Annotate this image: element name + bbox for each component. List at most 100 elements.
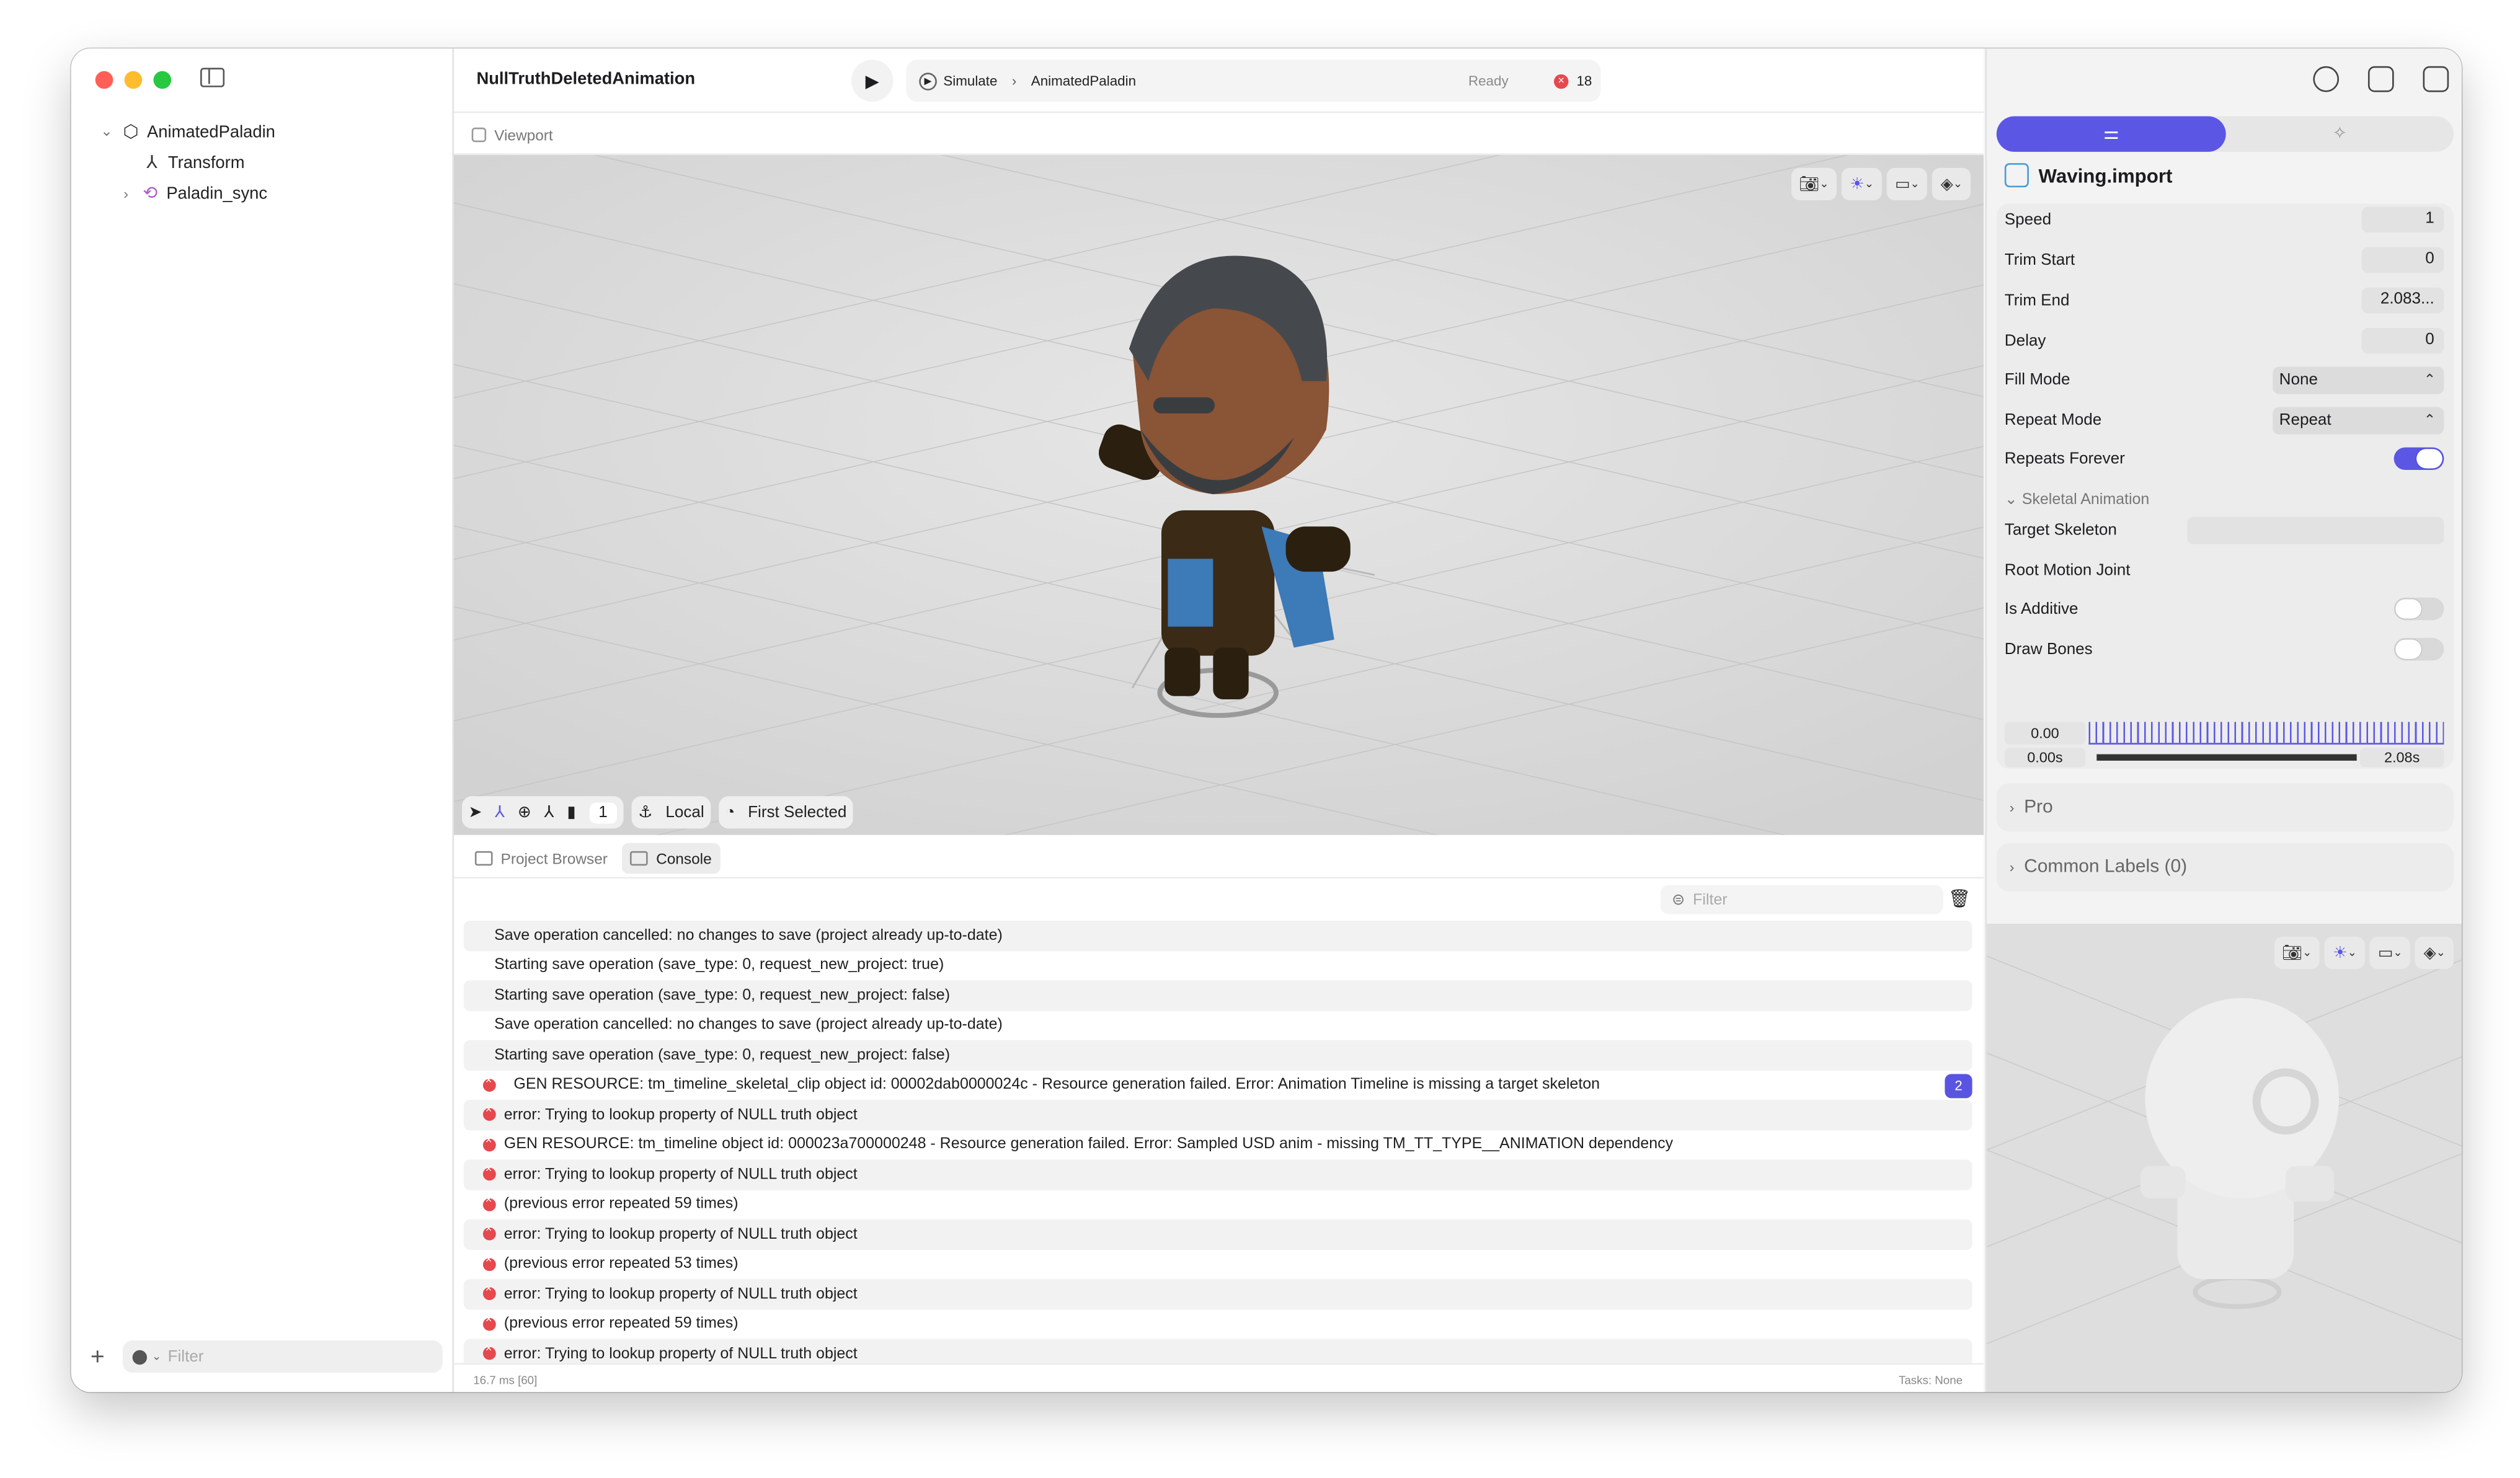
viewport-tab[interactable]: Viewport: [454, 115, 1984, 156]
section-common-labels[interactable]: › Common Labels (0): [1996, 843, 2454, 892]
prop-label: Repeats Forever: [2004, 449, 2125, 468]
log-row-error[interactable]: error: Trying to lookup property of NULL…: [463, 1219, 1972, 1249]
timeline-start[interactable]: 0.00s: [2004, 748, 2086, 768]
is-additive-toggle[interactable]: [2394, 597, 2444, 621]
document-title: NullTruthDeletedAnimation: [476, 69, 696, 89]
timeline-current-time[interactable]: 0.00: [2004, 722, 2086, 745]
skeletal-section-header[interactable]: ⌄ Skeletal Animation: [2005, 491, 2150, 509]
chevron-down-icon[interactable]: ⌄: [99, 123, 115, 141]
target-skeleton-field[interactable]: [2187, 516, 2444, 544]
log-row-error[interactable]: (previous error repeated 59 times): [464, 1309, 1972, 1339]
sidebar-filter-input[interactable]: ⌄ Filter: [122, 1340, 443, 1373]
prop-label: Delay: [2004, 332, 2046, 350]
filter-placeholder: Filter: [167, 1347, 204, 1366]
display-menu-button[interactable]: ▭ ⌄: [2369, 936, 2411, 969]
timeline-range-bar[interactable]: [2096, 754, 2357, 761]
components-tab[interactable]: ✧: [2226, 117, 2454, 152]
log-row-error[interactable]: error: Trying to lookup property of NULL…: [463, 1339, 1972, 1363]
trim-end-field[interactable]: 2.083...: [2361, 287, 2444, 314]
close-window-button[interactable]: [95, 71, 113, 89]
error-count-badge[interactable]: × 18: [1554, 73, 1592, 89]
log-text: error: Trying to lookup property of NULL…: [504, 1105, 858, 1124]
minimize-window-button[interactable]: [124, 71, 143, 89]
space-mode-menu[interactable]: ⚓︎ Local: [631, 796, 711, 829]
play-button[interactable]: ▶: [851, 60, 894, 102]
layers-menu-button[interactable]: ◈ ⌄: [2415, 936, 2454, 969]
camera-menu-button[interactable]: 📷︎ ⌄: [1791, 167, 1837, 201]
log-row-error[interactable]: (previous error repeated 53 times): [464, 1249, 1972, 1279]
viewport-icon: [471, 126, 487, 141]
log-row-error[interactable]: error: Trying to lookup property of NULL…: [463, 1100, 1972, 1130]
speed-field[interactable]: 1: [2361, 206, 2444, 233]
move-tool-icon[interactable]: ⅄: [495, 803, 505, 821]
tab-project-browser[interactable]: Project Browser: [467, 843, 616, 874]
lighting-menu-button[interactable]: ☀ ⌄: [2325, 936, 2365, 969]
inspector-toggle-icon[interactable]: [2423, 66, 2449, 92]
pivot-icon: ◔: [725, 803, 735, 821]
sun-icon: ☀: [2333, 944, 2348, 962]
error-icon: [482, 1344, 496, 1361]
repeats-forever-toggle[interactable]: [2394, 447, 2444, 471]
tree-item-transform[interactable]: ⅄ Transform: [71, 147, 454, 177]
scheme-target[interactable]: AnimatedPaladin: [1031, 73, 1136, 89]
3d-viewport[interactable]: 📷︎ ⌄ ☀ ⌄ ▭ ⌄ ◈ ⌄ ➤ ⅄ ⊕ ⅄ ▮ 1 ⚓︎ Local ◔ …: [454, 155, 1984, 835]
comment-icon[interactable]: [2367, 66, 2394, 92]
log-text: Starting save operation (save_type: 0, r…: [494, 1046, 951, 1064]
prop-repeat-mode: Repeat Mode Repeat: [2005, 404, 2444, 436]
prop-is-additive: Is Additive: [2005, 593, 2444, 625]
timeline-scrubber[interactable]: [2088, 722, 2444, 745]
preview-render: [1987, 924, 2462, 1392]
section-pro[interactable]: › Pro: [1996, 783, 2454, 832]
chevron-down-icon: ⌄: [2004, 490, 2022, 509]
run-destination-bar[interactable]: ▶ Simulate › AnimatedPaladin Ready × 18: [906, 60, 1601, 102]
log-row[interactable]: Save operation cancelled: no changes to …: [463, 920, 1972, 951]
log-row-error[interactable]: GEN RESOURCE: tm_timeline object id: 000…: [464, 1130, 1972, 1159]
chevron-down-icon: ⌄: [2302, 948, 2312, 960]
log-text: Starting save operation (save_type: 0, r…: [494, 956, 944, 975]
log-row[interactable]: Starting save operation (save_type: 0, r…: [463, 980, 1972, 1011]
tree-item-paladin-sync[interactable]: › ⟲ Paladin_sync: [71, 178, 454, 208]
tab-console[interactable]: Console: [622, 843, 720, 874]
filter-type-icon[interactable]: [132, 1349, 148, 1364]
sidebar-toggle-icon[interactable]: [200, 68, 225, 87]
tree-item-label: Paladin_sync: [166, 183, 268, 203]
snap-tool-icon[interactable]: ▮: [567, 803, 575, 821]
chevron-right-icon[interactable]: ›: [118, 185, 134, 201]
fill-mode-select[interactable]: None: [2273, 366, 2444, 394]
properties-tab[interactable]: ⚌: [1996, 116, 2226, 152]
log-row-error[interactable]: error: Trying to lookup property of NULL…: [463, 1159, 1972, 1190]
prop-repeats-forever: Repeats Forever: [2005, 443, 2444, 475]
simulate-label[interactable]: Simulate: [943, 73, 997, 89]
appearance-icon[interactable]: [2313, 66, 2340, 92]
log-row[interactable]: Starting save operation (save_type: 0, r…: [464, 950, 1972, 980]
trash-icon[interactable]: 🗑︎: [1948, 888, 1971, 909]
tree-item-animatedpaladin[interactable]: ⌄ ⬡ AnimatedPaladin: [71, 117, 454, 147]
prop-label: Fill Mode: [2004, 370, 2070, 389]
lighting-menu-button[interactable]: ☀ ⌄: [1842, 167, 1883, 201]
add-entity-button[interactable]: +: [91, 1343, 123, 1370]
console-log[interactable]: Save operation cancelled: no changes to …: [463, 920, 1972, 1363]
layers-menu-button[interactable]: ◈ ⌄: [1932, 167, 1971, 201]
console-filter-input[interactable]: ⊜ Filter: [1660, 885, 1943, 914]
preview-viewport[interactable]: 📷︎ ⌄ ☀ ⌄ ▭ ⌄ ◈ ⌄: [1987, 924, 2462, 1392]
log-row-error[interactable]: GEN RESOURCE: tm_timeline_skeletal_clip …: [464, 1070, 1972, 1100]
animation-timeline[interactable]: 0.00 0.00s 2.08s: [2004, 722, 2444, 780]
log-text: GEN RESOURCE: tm_timeline object id: 000…: [504, 1135, 1674, 1154]
log-row[interactable]: Save operation cancelled: no changes to …: [464, 1010, 1972, 1040]
viewport-tab-label: Viewport: [494, 125, 553, 143]
zoom-window-button[interactable]: [153, 71, 172, 89]
delay-field[interactable]: 0: [2361, 327, 2444, 354]
draw-bones-toggle[interactable]: [2394, 637, 2444, 661]
rotate-tool-icon[interactable]: ⊕: [518, 803, 531, 821]
repeat-mode-select[interactable]: Repeat: [2273, 406, 2444, 434]
log-row-error[interactable]: (previous error repeated 59 times): [464, 1190, 1972, 1219]
select-tool-icon[interactable]: ➤: [468, 803, 482, 821]
camera-menu-button[interactable]: 📷︎ ⌄: [2273, 936, 2320, 969]
log-row[interactable]: Starting save operation (save_type: 0, r…: [463, 1040, 1972, 1070]
display-menu-button[interactable]: ▭ ⌄: [1886, 167, 1928, 201]
timeline-end[interactable]: 2.08s: [2359, 748, 2444, 768]
scale-tool-icon[interactable]: ⅄: [544, 803, 554, 821]
log-row-error[interactable]: error: Trying to lookup property of NULL…: [463, 1279, 1972, 1309]
pivot-mode-menu[interactable]: ◔ First Selected: [719, 796, 853, 829]
trim-start-field[interactable]: 0: [2361, 247, 2444, 273]
